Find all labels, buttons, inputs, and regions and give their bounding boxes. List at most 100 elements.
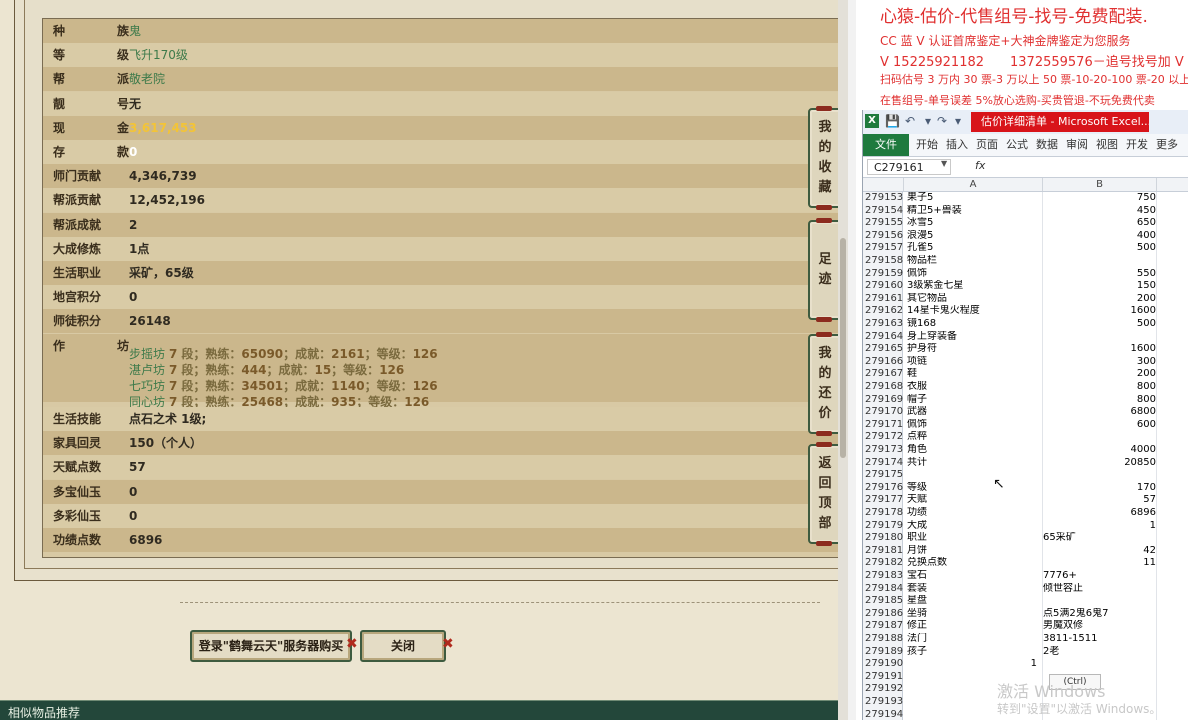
cell-b[interactable]: 400 [1043,230,1156,243]
cell-b[interactable]: 男魔双修 [1043,620,1156,633]
ribbon-tab[interactable]: 文件 [863,134,909,156]
row-number[interactable]: 279190 [863,658,903,671]
ribbon-tab[interactable]: 公式 [1003,134,1031,156]
customize-qat-icon[interactable]: ▾ [951,114,965,128]
cell-a[interactable]: 孩子 [907,646,1042,659]
my-offers-button[interactable]: 我的还价 [808,332,842,436]
cell-b[interactable]: 57 [1043,494,1156,507]
cell-a[interactable]: 法门 [907,633,1042,646]
cell-b[interactable]: 4000 [1043,444,1156,457]
row-number[interactable]: 279191 [863,670,903,684]
cell-b[interactable]: 65采矿 [1043,532,1156,545]
cell-b[interactable]: 170 [1043,482,1156,495]
row-number[interactable]: 279194 [863,708,903,720]
cell-a[interactable]: 佩饰 [907,419,1042,432]
ribbon-tab[interactable]: 插入 [943,134,971,156]
cell-a[interactable]: 等级 [907,482,1042,495]
row-number[interactable]: 279171 [863,418,903,432]
cell-b[interactable]: 650 [1043,217,1156,230]
cell-a[interactable]: 浪漫5 [907,230,1042,243]
row-number[interactable]: 279189 [863,645,903,659]
row-number[interactable]: 279154 [863,204,903,218]
cell-b[interactable]: 20850 [1043,457,1156,470]
select-all-corner[interactable] [863,178,904,191]
row-number[interactable]: 279160 [863,280,903,293]
row-number[interactable]: 279175 [863,469,903,482]
cell-b[interactable]: 600 [1043,419,1156,432]
cell-a[interactable]: 精卫5+兽装 [907,205,1042,218]
cell-a[interactable]: 角色 [907,444,1042,457]
redo-icon[interactable]: ↷ [935,114,949,128]
ribbon-tab[interactable]: 开始 [913,134,941,156]
cell-a[interactable]: 护身符 [907,343,1042,356]
row-number[interactable]: 279174 [863,456,903,470]
row-number[interactable]: 279162 [863,305,903,318]
row-number[interactable]: 279167 [863,368,903,381]
row-number[interactable]: 279180 [863,532,903,545]
cell-b[interactable]: 42 [1043,545,1156,558]
cell-a[interactable]: 佩饰 [907,268,1042,281]
cell-a[interactable]: 职业 [907,532,1042,545]
my-favorites-button[interactable]: 我的收藏 [808,106,842,210]
row-number[interactable]: 279158 [863,255,903,268]
row-number[interactable]: 279183 [863,570,903,583]
cell-a[interactable]: 1 [907,658,1037,671]
cell-a[interactable]: 身上穿装备 [907,331,1042,344]
undo-dropdown-icon[interactable]: ▾ [921,114,935,128]
cell-b[interactable]: 1600 [1043,305,1156,318]
cell-a[interactable]: 大成 [907,520,1042,533]
cell-a[interactable]: 果子5 [907,192,1042,205]
cell-b[interactable]: 2老 [1043,646,1156,659]
sheet-grid[interactable]: 279153 果子5 750 279154 精卫5+兽装 450 279155 冰雪5 650 2… [863,192,1188,720]
cell-b[interactable]: 倾世容止 [1043,583,1156,596]
cell-a[interactable]: 项链 [907,356,1042,369]
cell-a[interactable]: 兑换点数 [907,557,1042,570]
row-number[interactable]: 279156 [863,229,903,243]
row-number[interactable]: 279173 [863,444,903,457]
cell-b[interactable]: 200 [1043,293,1156,306]
cell-a[interactable]: 修正 [907,620,1042,633]
row-number[interactable]: 279169 [863,393,903,407]
footprint-button[interactable]: 足迹 [808,218,842,322]
cell-a[interactable]: 3级紫金七星 [907,280,1042,293]
ribbon-tab[interactable]: 数据 [1033,134,1061,156]
cell-a[interactable]: 星盘 [907,595,1042,608]
row-number[interactable]: 279181 [863,544,903,558]
save-icon[interactable]: 💾 [885,114,900,128]
cell-a[interactable]: 共计 [907,457,1042,470]
cell-a[interactable]: 冰雪5 [907,217,1042,230]
name-box[interactable]: C279161 [867,159,951,175]
cell-a[interactable]: 其它物品 [907,293,1042,306]
cell-a[interactable]: 点粹 [907,431,1042,444]
row-number[interactable]: 279182 [863,557,903,570]
cell-b[interactable]: 11 [1043,557,1156,570]
column-header-a[interactable]: A [904,178,1043,191]
cell-a[interactable]: 功绩 [907,507,1042,520]
row-number[interactable]: 279166 [863,355,903,369]
row-number[interactable]: 279164 [863,330,903,344]
row-number[interactable]: 279176 [863,481,903,495]
cell-a[interactable]: 物品栏 [907,255,1042,268]
cell-a[interactable]: 坐骑 [907,608,1042,621]
cell-a[interactable]: 宝石 [907,570,1042,583]
undo-icon[interactable]: ↶ [903,114,917,128]
cell-a[interactable]: 孔雀5 [907,242,1042,255]
cell-b[interactable]: 800 [1043,381,1156,394]
row-number[interactable]: 279168 [863,381,903,394]
cell-b[interactable]: 450 [1043,205,1156,218]
cell-b[interactable]: 500 [1043,318,1156,331]
row-number[interactable]: 279153 [863,192,903,205]
cell-b[interactable]: 500 [1043,242,1156,255]
similar-items-bar[interactable]: 相似物品推荐 [0,700,848,720]
cell-a[interactable]: 武器 [907,406,1042,419]
row-number[interactable]: 279172 [863,431,903,444]
cell-b[interactable]: 6896 [1043,507,1156,520]
cell-b[interactable]: 750 [1043,192,1156,205]
close-button[interactable]: 关闭 [360,630,446,662]
ribbon-tab[interactable]: 页面 [973,134,1001,156]
row-number[interactable]: 279163 [863,318,903,331]
row-number[interactable]: 279186 [863,607,903,621]
row-number[interactable]: 279161 [863,292,903,306]
row-number[interactable]: 279178 [863,507,903,520]
cell-b[interactable]: 550 [1043,268,1156,281]
